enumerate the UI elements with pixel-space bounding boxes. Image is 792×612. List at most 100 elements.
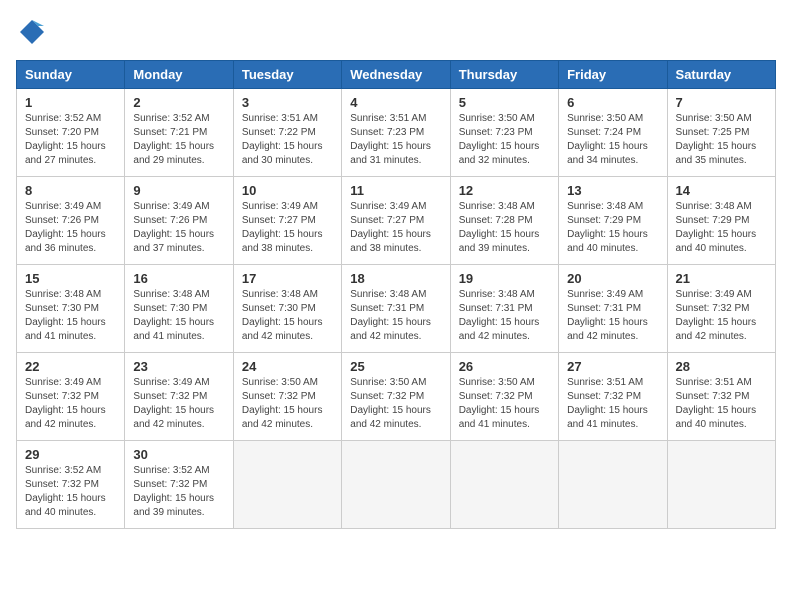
calendar-cell: 8 Sunrise: 3:49 AMSunset: 7:26 PMDayligh… xyxy=(17,177,125,265)
day-number: 21 xyxy=(676,271,767,286)
day-number: 5 xyxy=(459,95,550,110)
day-number: 24 xyxy=(242,359,333,374)
calendar-cell: 20 Sunrise: 3:49 AMSunset: 7:31 PMDaylig… xyxy=(559,265,667,353)
day-info: Sunrise: 3:52 AMSunset: 7:32 PMDaylight:… xyxy=(25,464,116,520)
calendar-cell: 23 Sunrise: 3:49 AMSunset: 7:32 PMDaylig… xyxy=(125,353,233,441)
calendar-cell: 13 Sunrise: 3:48 AMSunset: 7:29 PMDaylig… xyxy=(559,177,667,265)
calendar-cell: 3 Sunrise: 3:51 AMSunset: 7:22 PMDayligh… xyxy=(233,89,341,177)
calendar-cell: 4 Sunrise: 3:51 AMSunset: 7:23 PMDayligh… xyxy=(342,89,450,177)
logo xyxy=(16,16,54,48)
calendar-cell: 2 Sunrise: 3:52 AMSunset: 7:21 PMDayligh… xyxy=(125,89,233,177)
calendar-cell: 24 Sunrise: 3:50 AMSunset: 7:32 PMDaylig… xyxy=(233,353,341,441)
calendar-cell xyxy=(233,441,341,529)
day-info: Sunrise: 3:49 AMSunset: 7:26 PMDaylight:… xyxy=(133,200,224,256)
day-number: 27 xyxy=(567,359,658,374)
day-number: 10 xyxy=(242,183,333,198)
day-info: Sunrise: 3:51 AMSunset: 7:22 PMDaylight:… xyxy=(242,112,333,168)
day-number: 30 xyxy=(133,447,224,462)
calendar-cell: 11 Sunrise: 3:49 AMSunset: 7:27 PMDaylig… xyxy=(342,177,450,265)
calendar-cell: 28 Sunrise: 3:51 AMSunset: 7:32 PMDaylig… xyxy=(667,353,775,441)
day-info: Sunrise: 3:48 AMSunset: 7:31 PMDaylight:… xyxy=(350,288,441,344)
calendar-cell: 7 Sunrise: 3:50 AMSunset: 7:25 PMDayligh… xyxy=(667,89,775,177)
day-number: 14 xyxy=(676,183,767,198)
day-info: Sunrise: 3:48 AMSunset: 7:29 PMDaylight:… xyxy=(567,200,658,256)
calendar-week-3: 15 Sunrise: 3:48 AMSunset: 7:30 PMDaylig… xyxy=(17,265,776,353)
calendar-cell: 6 Sunrise: 3:50 AMSunset: 7:24 PMDayligh… xyxy=(559,89,667,177)
day-number: 2 xyxy=(133,95,224,110)
calendar-cell xyxy=(559,441,667,529)
day-number: 8 xyxy=(25,183,116,198)
day-number: 11 xyxy=(350,183,441,198)
calendar-cell: 17 Sunrise: 3:48 AMSunset: 7:30 PMDaylig… xyxy=(233,265,341,353)
day-number: 12 xyxy=(459,183,550,198)
calendar-week-2: 8 Sunrise: 3:49 AMSunset: 7:26 PMDayligh… xyxy=(17,177,776,265)
weekday-header-friday: Friday xyxy=(559,61,667,89)
day-number: 13 xyxy=(567,183,658,198)
day-info: Sunrise: 3:50 AMSunset: 7:25 PMDaylight:… xyxy=(676,112,767,168)
logo-icon xyxy=(16,16,48,48)
calendar-cell xyxy=(667,441,775,529)
day-info: Sunrise: 3:50 AMSunset: 7:23 PMDaylight:… xyxy=(459,112,550,168)
day-number: 1 xyxy=(25,95,116,110)
calendar-week-1: 1 Sunrise: 3:52 AMSunset: 7:20 PMDayligh… xyxy=(17,89,776,177)
calendar-cell: 1 Sunrise: 3:52 AMSunset: 7:20 PMDayligh… xyxy=(17,89,125,177)
day-info: Sunrise: 3:51 AMSunset: 7:32 PMDaylight:… xyxy=(567,376,658,432)
weekday-header-thursday: Thursday xyxy=(450,61,558,89)
day-number: 4 xyxy=(350,95,441,110)
calendar-cell: 10 Sunrise: 3:49 AMSunset: 7:27 PMDaylig… xyxy=(233,177,341,265)
day-number: 15 xyxy=(25,271,116,286)
day-number: 9 xyxy=(133,183,224,198)
calendar-cell: 29 Sunrise: 3:52 AMSunset: 7:32 PMDaylig… xyxy=(17,441,125,529)
day-number: 16 xyxy=(133,271,224,286)
weekday-header-wednesday: Wednesday xyxy=(342,61,450,89)
weekday-header-monday: Monday xyxy=(125,61,233,89)
day-number: 3 xyxy=(242,95,333,110)
day-info: Sunrise: 3:48 AMSunset: 7:30 PMDaylight:… xyxy=(133,288,224,344)
day-info: Sunrise: 3:49 AMSunset: 7:26 PMDaylight:… xyxy=(25,200,116,256)
calendar-cell: 27 Sunrise: 3:51 AMSunset: 7:32 PMDaylig… xyxy=(559,353,667,441)
day-number: 29 xyxy=(25,447,116,462)
calendar-cell: 21 Sunrise: 3:49 AMSunset: 7:32 PMDaylig… xyxy=(667,265,775,353)
day-info: Sunrise: 3:48 AMSunset: 7:30 PMDaylight:… xyxy=(242,288,333,344)
calendar-table: SundayMondayTuesdayWednesdayThursdayFrid… xyxy=(16,60,776,529)
calendar-cell xyxy=(450,441,558,529)
day-info: Sunrise: 3:52 AMSunset: 7:21 PMDaylight:… xyxy=(133,112,224,168)
header xyxy=(16,16,776,48)
day-info: Sunrise: 3:48 AMSunset: 7:29 PMDaylight:… xyxy=(676,200,767,256)
day-number: 23 xyxy=(133,359,224,374)
day-info: Sunrise: 3:52 AMSunset: 7:20 PMDaylight:… xyxy=(25,112,116,168)
day-info: Sunrise: 3:48 AMSunset: 7:28 PMDaylight:… xyxy=(459,200,550,256)
day-number: 26 xyxy=(459,359,550,374)
calendar-cell: 12 Sunrise: 3:48 AMSunset: 7:28 PMDaylig… xyxy=(450,177,558,265)
calendar-cell: 25 Sunrise: 3:50 AMSunset: 7:32 PMDaylig… xyxy=(342,353,450,441)
day-info: Sunrise: 3:50 AMSunset: 7:32 PMDaylight:… xyxy=(242,376,333,432)
calendar-cell: 22 Sunrise: 3:49 AMSunset: 7:32 PMDaylig… xyxy=(17,353,125,441)
calendar-cell: 14 Sunrise: 3:48 AMSunset: 7:29 PMDaylig… xyxy=(667,177,775,265)
calendar-cell: 5 Sunrise: 3:50 AMSunset: 7:23 PMDayligh… xyxy=(450,89,558,177)
day-info: Sunrise: 3:49 AMSunset: 7:32 PMDaylight:… xyxy=(25,376,116,432)
calendar-cell: 9 Sunrise: 3:49 AMSunset: 7:26 PMDayligh… xyxy=(125,177,233,265)
calendar-cell: 18 Sunrise: 3:48 AMSunset: 7:31 PMDaylig… xyxy=(342,265,450,353)
day-info: Sunrise: 3:49 AMSunset: 7:31 PMDaylight:… xyxy=(567,288,658,344)
weekday-header-tuesday: Tuesday xyxy=(233,61,341,89)
day-number: 22 xyxy=(25,359,116,374)
day-number: 18 xyxy=(350,271,441,286)
day-number: 7 xyxy=(676,95,767,110)
day-info: Sunrise: 3:49 AMSunset: 7:27 PMDaylight:… xyxy=(350,200,441,256)
day-info: Sunrise: 3:51 AMSunset: 7:23 PMDaylight:… xyxy=(350,112,441,168)
calendar-cell xyxy=(342,441,450,529)
calendar-cell: 19 Sunrise: 3:48 AMSunset: 7:31 PMDaylig… xyxy=(450,265,558,353)
day-number: 20 xyxy=(567,271,658,286)
day-info: Sunrise: 3:50 AMSunset: 7:32 PMDaylight:… xyxy=(350,376,441,432)
calendar-cell: 15 Sunrise: 3:48 AMSunset: 7:30 PMDaylig… xyxy=(17,265,125,353)
day-info: Sunrise: 3:52 AMSunset: 7:32 PMDaylight:… xyxy=(133,464,224,520)
day-info: Sunrise: 3:49 AMSunset: 7:32 PMDaylight:… xyxy=(133,376,224,432)
weekday-header-row: SundayMondayTuesdayWednesdayThursdayFrid… xyxy=(17,61,776,89)
weekday-header-sunday: Sunday xyxy=(17,61,125,89)
calendar-cell: 30 Sunrise: 3:52 AMSunset: 7:32 PMDaylig… xyxy=(125,441,233,529)
day-number: 6 xyxy=(567,95,658,110)
day-number: 19 xyxy=(459,271,550,286)
day-info: Sunrise: 3:48 AMSunset: 7:31 PMDaylight:… xyxy=(459,288,550,344)
day-info: Sunrise: 3:48 AMSunset: 7:30 PMDaylight:… xyxy=(25,288,116,344)
day-number: 28 xyxy=(676,359,767,374)
